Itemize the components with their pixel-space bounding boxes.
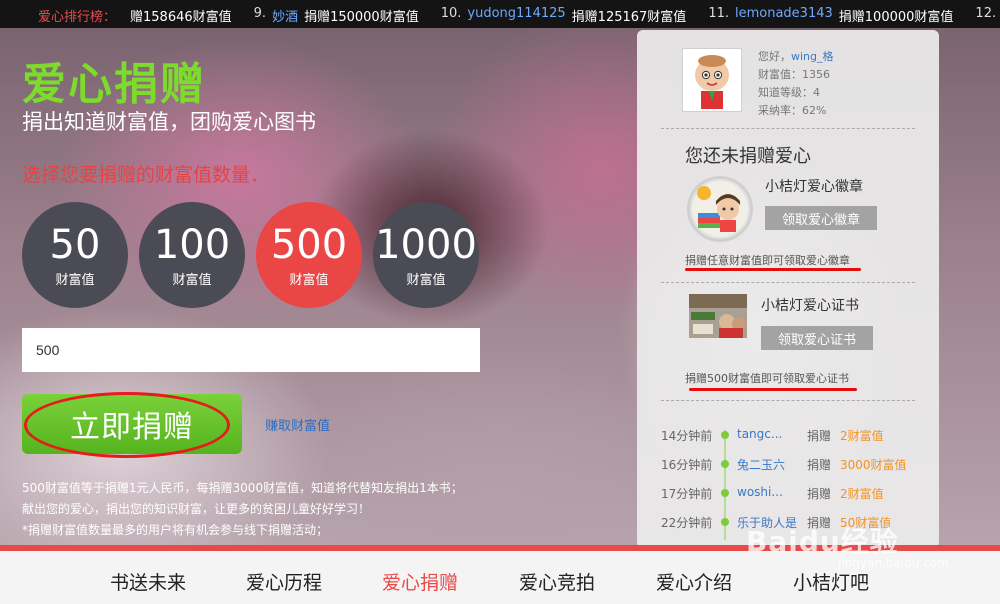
- red-underline-annotation: [685, 268, 861, 271]
- feed-user-link[interactable]: tangc...: [737, 427, 782, 441]
- divider: [661, 400, 915, 401]
- page-subtitle: 捐出知道财富值，团购爱心图书: [22, 110, 316, 134]
- username-link[interactable]: wing_格: [791, 50, 834, 63]
- donation-ranking-ticker: 爱心排行榜： 赠158646财富值 9. 妙酒 捐赠150000财富值 10. …: [0, 0, 1000, 28]
- amount-option-500[interactable]: 500 财富值: [256, 202, 362, 308]
- ticker-user-link[interactable]: 妙酒: [272, 6, 298, 25]
- ticker-title: 爱心排行榜：: [38, 10, 117, 25]
- amount-input[interactable]: [22, 328, 480, 372]
- certificate-note: 捐赠500财富值即可领取爱心证书: [685, 372, 849, 385]
- user-panel: 您好，wing_格 财富值：1356 知道等级：4 采纳率：62% 您还未捐赠爱…: [637, 30, 939, 548]
- user-info: 您好，wing_格 财富值：1356 知道等级：4 采纳率：62%: [758, 48, 834, 120]
- certificate-photo-icon: [689, 294, 747, 338]
- ticker-item: 赠158646财富值: [130, 10, 232, 25]
- ticker-item: 9. 妙酒 捐赠150000财富值: [253, 6, 419, 25]
- nav-item-love-intro[interactable]: 爱心介绍: [656, 568, 732, 595]
- cartoon-avatar-icon: [683, 49, 741, 111]
- feed-item: 16分钟前 兔二玉六 捐赠 3000财富值: [661, 456, 907, 473]
- ticker-item: 11. lemonade3143 捐赠100000财富值: [708, 6, 954, 25]
- badge-image: [687, 176, 753, 242]
- timeline-dot: [721, 518, 729, 526]
- feed-item: 14分钟前 tangc... 捐赠 2财富值: [661, 427, 884, 443]
- nav-item-love-history[interactable]: 爱心历程: [246, 568, 322, 595]
- nav-item-love-donate[interactable]: 爱心捐赠: [382, 568, 458, 595]
- divider: [661, 282, 915, 283]
- ticker-item: 10. yudong114125 捐赠125167财富值: [440, 6, 687, 25]
- feed-user-link[interactable]: 兔二玉六: [737, 456, 785, 473]
- avatar[interactable]: [682, 48, 742, 112]
- user-level: 知道等级：4: [758, 86, 820, 99]
- divider: [661, 128, 915, 129]
- earn-wealth-link[interactable]: 赚取财富值: [265, 415, 330, 434]
- feed-item: 17分钟前 woshi... 捐赠 2财富值: [661, 485, 884, 501]
- ticker-user-link[interactable]: lemonade3143: [735, 6, 833, 25]
- donation-info: 500财富值等于捐赠1元人民币，每捐赠3000财富值，知道将代替知友捐出1本书；…: [22, 481, 463, 537]
- nav-item-lantern-forum[interactable]: 小桔灯吧: [793, 568, 869, 595]
- certificate-title: 小桔灯爱心证书: [761, 298, 859, 314]
- ticker-user-link[interactable]: yudong114125: [467, 6, 565, 25]
- donation-status-heading: 您还未捐赠爱心: [685, 146, 811, 167]
- user-wealth: 财富值：1356: [758, 68, 830, 81]
- timeline-dot: [721, 489, 729, 497]
- red-underline-annotation: [689, 388, 857, 391]
- amount-prompt: 选择您要捐赠的财富值数量．: [22, 164, 270, 186]
- badge-note: 捐赠任意财富值即可领取爱心徽章: [685, 254, 850, 267]
- amount-option-1000[interactable]: 1000 财富值: [373, 202, 479, 308]
- user-adopt-rate: 采纳率：62%: [758, 104, 827, 117]
- baidu-watermark: Baidu经验: [746, 525, 899, 558]
- feed-user-link[interactable]: woshi...: [737, 485, 783, 499]
- certificate-image: [689, 294, 747, 338]
- timeline-dot: [721, 460, 729, 468]
- ticker-item: 12. 雪: [975, 6, 997, 21]
- get-certificate-button[interactable]: 领取爱心证书: [761, 326, 873, 350]
- amount-options: 50 财富值 100 财富值 500 财富值 1000 财富值: [22, 202, 479, 308]
- amount-option-100[interactable]: 100 财富值: [139, 202, 245, 308]
- nav-item-book-future[interactable]: 书送未来: [110, 568, 186, 595]
- timeline-dot: [721, 431, 729, 439]
- donate-now-button[interactable]: 立即捐赠: [22, 394, 242, 454]
- badge-title: 小桔灯爱心徽章: [765, 179, 863, 195]
- nav-item-love-auction[interactable]: 爱心竞拍: [519, 568, 595, 595]
- love-badge-icon: [692, 181, 748, 237]
- page-title: 爱心捐赠: [22, 59, 206, 110]
- watermark-url: jingyan.baidu.com: [838, 556, 949, 570]
- get-badge-button[interactable]: 领取爱心徽章: [765, 206, 877, 230]
- amount-option-50[interactable]: 50 财富值: [22, 202, 128, 308]
